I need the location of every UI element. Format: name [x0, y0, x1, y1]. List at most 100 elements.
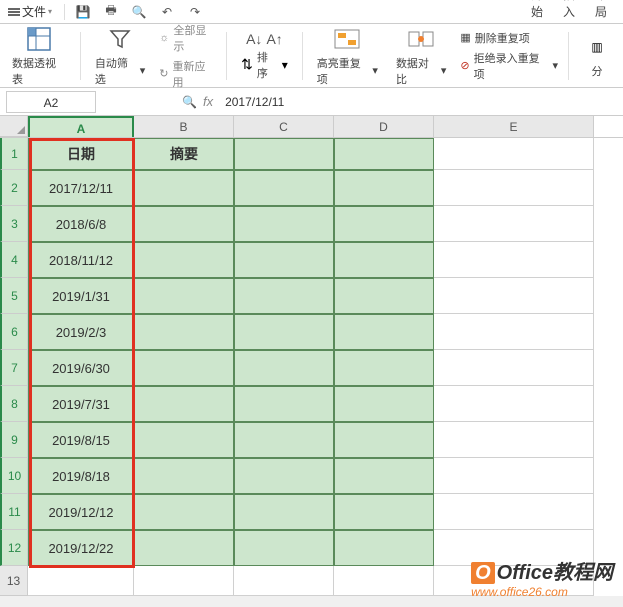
row-header[interactable]: 4 — [0, 242, 28, 278]
cell[interactable] — [334, 350, 434, 386]
cell[interactable] — [134, 314, 234, 350]
tool-remove-dup[interactable]: ▦ 删除重复项 — [460, 30, 558, 46]
cell[interactable] — [334, 422, 434, 458]
tool-pivot[interactable]: 数据透视表 — [8, 25, 70, 87]
tab-insert[interactable]: 插入 — [555, 0, 583, 23]
cell[interactable] — [434, 458, 594, 494]
cell[interactable] — [234, 422, 334, 458]
sort-desc-icon[interactable]: A↑ — [266, 31, 282, 47]
tool-data-compare[interactable]: 数据对比▾ — [392, 25, 450, 87]
fx-icon[interactable]: fx — [203, 94, 213, 109]
col-header-C[interactable]: C — [234, 116, 334, 137]
cell[interactable] — [134, 458, 234, 494]
cell-D1[interactable] — [334, 138, 434, 170]
row-header[interactable]: 11 — [0, 494, 28, 530]
cell[interactable]: 2019/6/30 — [28, 350, 134, 386]
cell[interactable] — [334, 530, 434, 566]
col-header-E[interactable]: E — [434, 116, 594, 137]
row-header[interactable]: 2 — [0, 170, 28, 206]
row-header[interactable]: 13 — [0, 566, 28, 596]
cell[interactable] — [134, 170, 234, 206]
cell[interactable] — [434, 242, 594, 278]
cell[interactable] — [234, 458, 334, 494]
save-icon[interactable]: 💾 — [73, 2, 93, 22]
cell[interactable]: 2019/2/3 — [28, 314, 134, 350]
col-header-A[interactable]: A — [28, 116, 134, 137]
cell[interactable] — [334, 170, 434, 206]
cell-E1[interactable] — [434, 138, 594, 170]
preview-icon[interactable]: 🔍 — [129, 2, 149, 22]
cell[interactable] — [234, 314, 334, 350]
cell[interactable] — [134, 530, 234, 566]
cell[interactable] — [434, 350, 594, 386]
cell[interactable] — [134, 206, 234, 242]
cell[interactable]: 2019/12/12 — [28, 494, 134, 530]
tool-split[interactable]: ▥ 分 — [579, 33, 615, 79]
cell[interactable]: 2018/11/12 — [28, 242, 134, 278]
row-header[interactable]: 5 — [0, 278, 28, 314]
tool-sort[interactable]: ⇅ 排序 ▾ — [237, 49, 292, 81]
cell[interactable] — [434, 314, 594, 350]
tool-show-all[interactable]: ☼ 全部显示 — [159, 22, 216, 54]
cell[interactable] — [434, 422, 594, 458]
cell[interactable]: 2019/8/18 — [28, 458, 134, 494]
tool-reapply[interactable]: ↻ 重新应用 — [159, 58, 216, 90]
cell[interactable]: 2019/7/31 — [28, 386, 134, 422]
cell[interactable] — [434, 494, 594, 530]
cell[interactable] — [234, 386, 334, 422]
row-header[interactable]: 7 — [0, 350, 28, 386]
select-all-corner[interactable] — [0, 116, 28, 137]
cell[interactable] — [134, 494, 234, 530]
tool-autofilter[interactable]: 自动筛选▾ — [91, 25, 149, 87]
cell[interactable] — [234, 170, 334, 206]
cell[interactable] — [134, 350, 234, 386]
row-header[interactable]: 8 — [0, 386, 28, 422]
cell[interactable] — [334, 494, 434, 530]
cell[interactable] — [28, 566, 134, 596]
cell[interactable] — [434, 386, 594, 422]
cell[interactable] — [234, 530, 334, 566]
row-header[interactable]: 1 — [0, 138, 28, 170]
cell[interactable] — [434, 206, 594, 242]
zoom-icon[interactable]: 🔍 — [182, 95, 197, 109]
row-header[interactable]: 10 — [0, 458, 28, 494]
row-header[interactable]: 6 — [0, 314, 28, 350]
cell[interactable]: 2019/12/22 — [28, 530, 134, 566]
redo-icon[interactable]: ↷ — [185, 2, 205, 22]
cell[interactable] — [334, 458, 434, 494]
formula-input[interactable] — [219, 91, 623, 113]
cell[interactable] — [334, 278, 434, 314]
cell[interactable] — [134, 278, 234, 314]
cell[interactable] — [434, 170, 594, 206]
tab-formula[interactable]: 公式 — [619, 0, 623, 23]
cell[interactable] — [134, 242, 234, 278]
cell[interactable] — [234, 278, 334, 314]
cell[interactable]: 2017/12/11 — [28, 170, 134, 206]
col-header-D[interactable]: D — [334, 116, 434, 137]
cell[interactable] — [234, 350, 334, 386]
tab-layout[interactable]: 页面布局 — [587, 0, 615, 23]
tool-reject-dup[interactable]: ⊘ 拒绝录入重复项 ▾ — [460, 50, 558, 82]
sort-asc-icon[interactable]: A↓ — [246, 31, 262, 47]
row-header[interactable]: 3 — [0, 206, 28, 242]
cell[interactable] — [134, 566, 234, 596]
cell[interactable] — [234, 242, 334, 278]
cell[interactable] — [334, 314, 434, 350]
undo-icon[interactable]: ↶ — [157, 2, 177, 22]
cell-C1[interactable] — [234, 138, 334, 170]
cell-B1[interactable]: 摘要 — [134, 138, 234, 170]
print-icon[interactable]: 🖶 — [101, 2, 121, 22]
cell[interactable] — [434, 278, 594, 314]
cell[interactable] — [134, 422, 234, 458]
cell[interactable] — [334, 386, 434, 422]
name-box[interactable]: A2 — [6, 91, 96, 113]
tab-start[interactable]: 开始 — [523, 0, 551, 23]
cell[interactable]: 2018/6/8 — [28, 206, 134, 242]
cell[interactable]: 2019/1/31 — [28, 278, 134, 314]
cell[interactable] — [334, 206, 434, 242]
row-header[interactable]: 9 — [0, 422, 28, 458]
cell[interactable] — [234, 206, 334, 242]
cell-A1[interactable]: 日期 — [28, 138, 134, 170]
cell[interactable]: 2019/8/15 — [28, 422, 134, 458]
row-header[interactable]: 12 — [0, 530, 28, 566]
